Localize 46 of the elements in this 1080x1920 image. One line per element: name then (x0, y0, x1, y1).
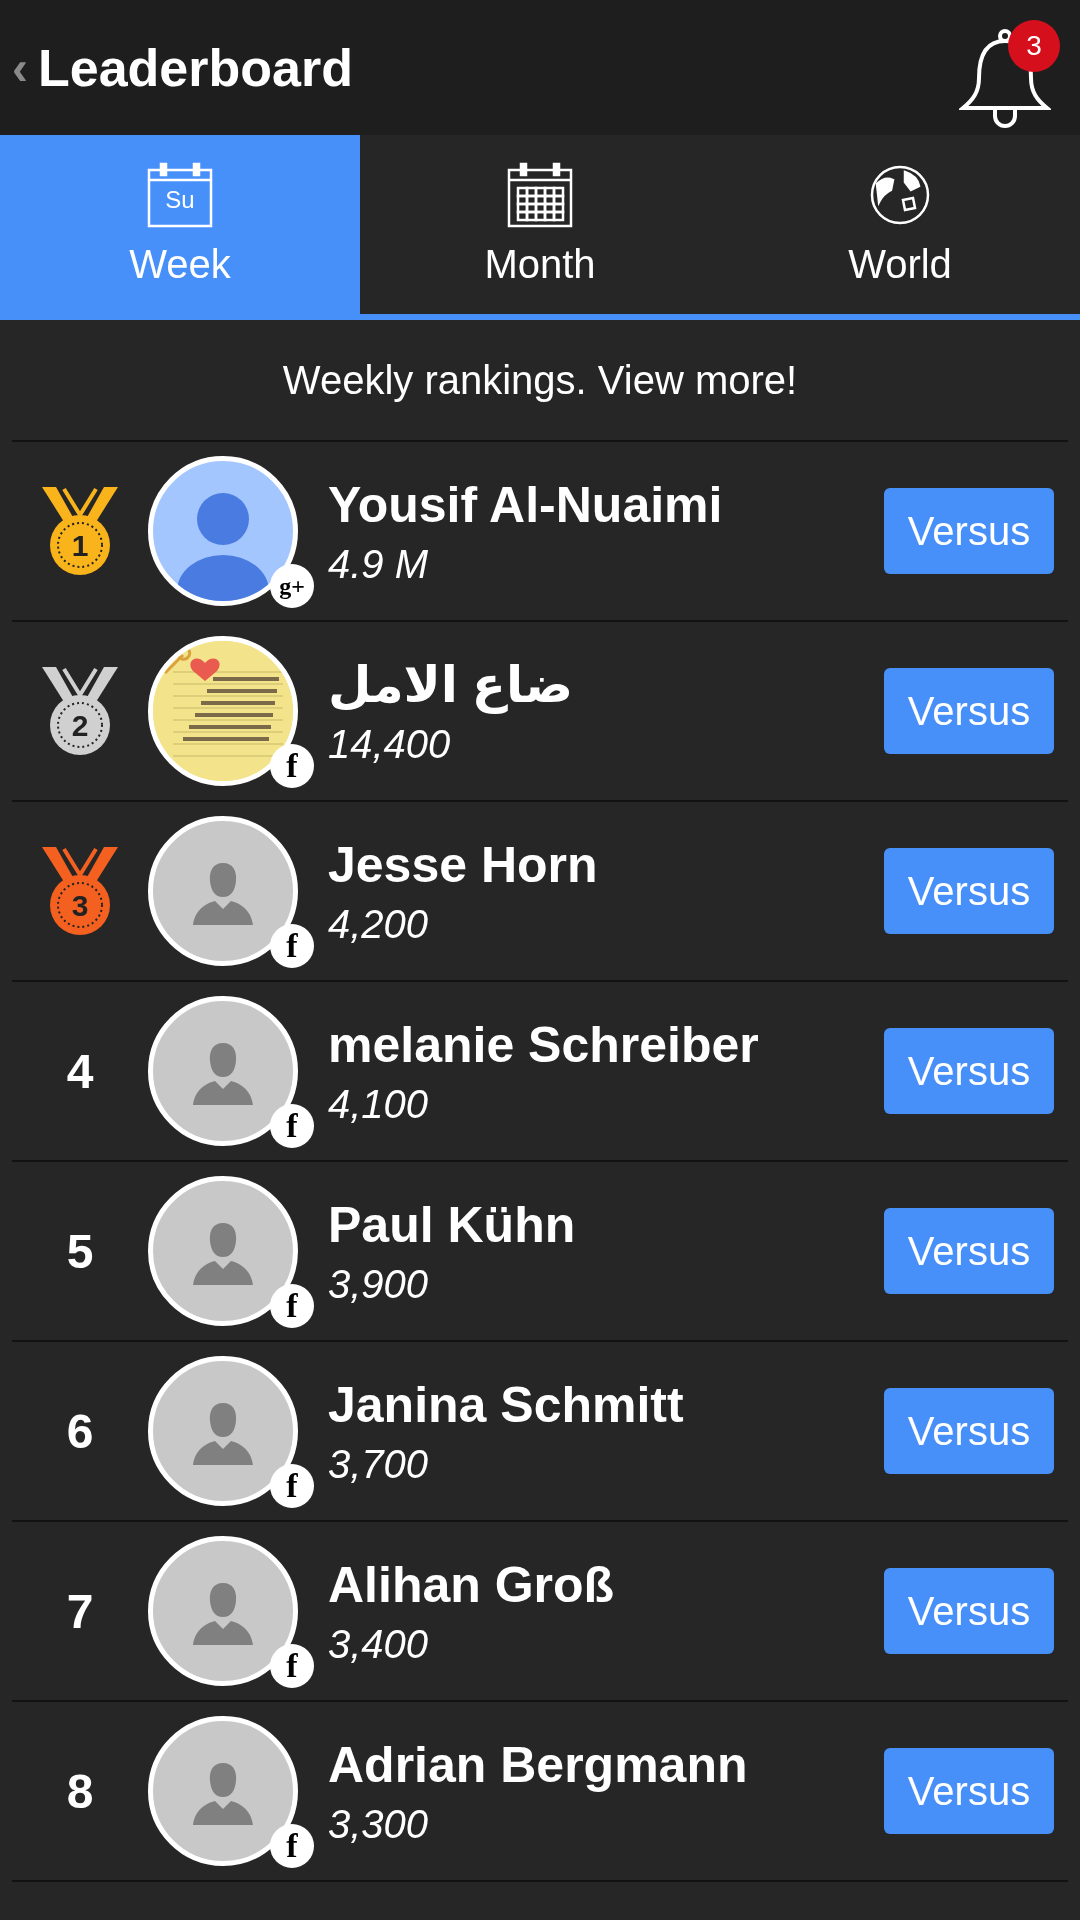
player-score: 4,200 (328, 901, 430, 947)
rank-number: 7 (66, 1583, 94, 1639)
player-name: melanie Schreiber (328, 1015, 760, 1074)
versus-button[interactable]: Versus (884, 848, 1054, 934)
player-name: Alihan Groß (328, 1555, 616, 1614)
rankings-caption: Weekly rankings. View more! (282, 357, 798, 403)
versus-button[interactable]: Versus (884, 1028, 1054, 1114)
bell-icon[interactable] (959, 27, 1051, 128)
player-score: 3,300 (328, 1801, 430, 1847)
player-name: Adrian Bergmann (328, 1735, 749, 1794)
tab[interactable]: Month (360, 135, 720, 314)
versus-button[interactable]: Versus (884, 1208, 1054, 1294)
versus-button[interactable]: Versus (884, 488, 1054, 574)
rank-number: 8 (66, 1763, 94, 1819)
network-badge: f (270, 1644, 314, 1688)
network-badge: f (270, 744, 314, 788)
player-name: Paul Kühn (328, 1195, 577, 1254)
rank-number: 4 (66, 1043, 94, 1099)
network-badge: f (270, 924, 314, 968)
versus-button[interactable]: Versus (884, 1748, 1054, 1834)
page-title: Leaderboard (38, 37, 354, 98)
versus-button[interactable]: Versus (884, 668, 1054, 754)
player-score: 3,700 (328, 1441, 430, 1487)
network-badge: f (270, 1464, 314, 1508)
player-score: 3,900 (328, 1261, 430, 1307)
network-badge: g+ (270, 564, 314, 608)
player-name: Janina Schmitt (328, 1375, 685, 1434)
calendar-icon (507, 162, 573, 228)
player-name: Yousif Al-Nuaimi (328, 475, 724, 534)
back-button[interactable]: ‹ (12, 40, 28, 95)
rank-number: 5 (66, 1223, 94, 1279)
network-badge: f (270, 1284, 314, 1328)
versus-button[interactable]: Versus (884, 1388, 1054, 1474)
player-score: 4,100 (328, 1081, 430, 1127)
player-score: 4.9 M (328, 541, 430, 587)
network-badge: f (270, 1104, 314, 1148)
tab[interactable]: Su Week (0, 135, 360, 314)
player-score: 14,400 (328, 721, 452, 767)
notification-badge: 3 (1008, 19, 1060, 72)
network-badge: f (270, 1824, 314, 1868)
versus-button[interactable]: Versus (884, 1568, 1054, 1654)
player-name: ضاع الامل (328, 655, 575, 714)
player-name: Jesse Horn (328, 835, 599, 894)
player-score: 3,400 (328, 1621, 430, 1667)
rank-number: 6 (66, 1403, 94, 1459)
tab[interactable]: World (720, 135, 1080, 314)
